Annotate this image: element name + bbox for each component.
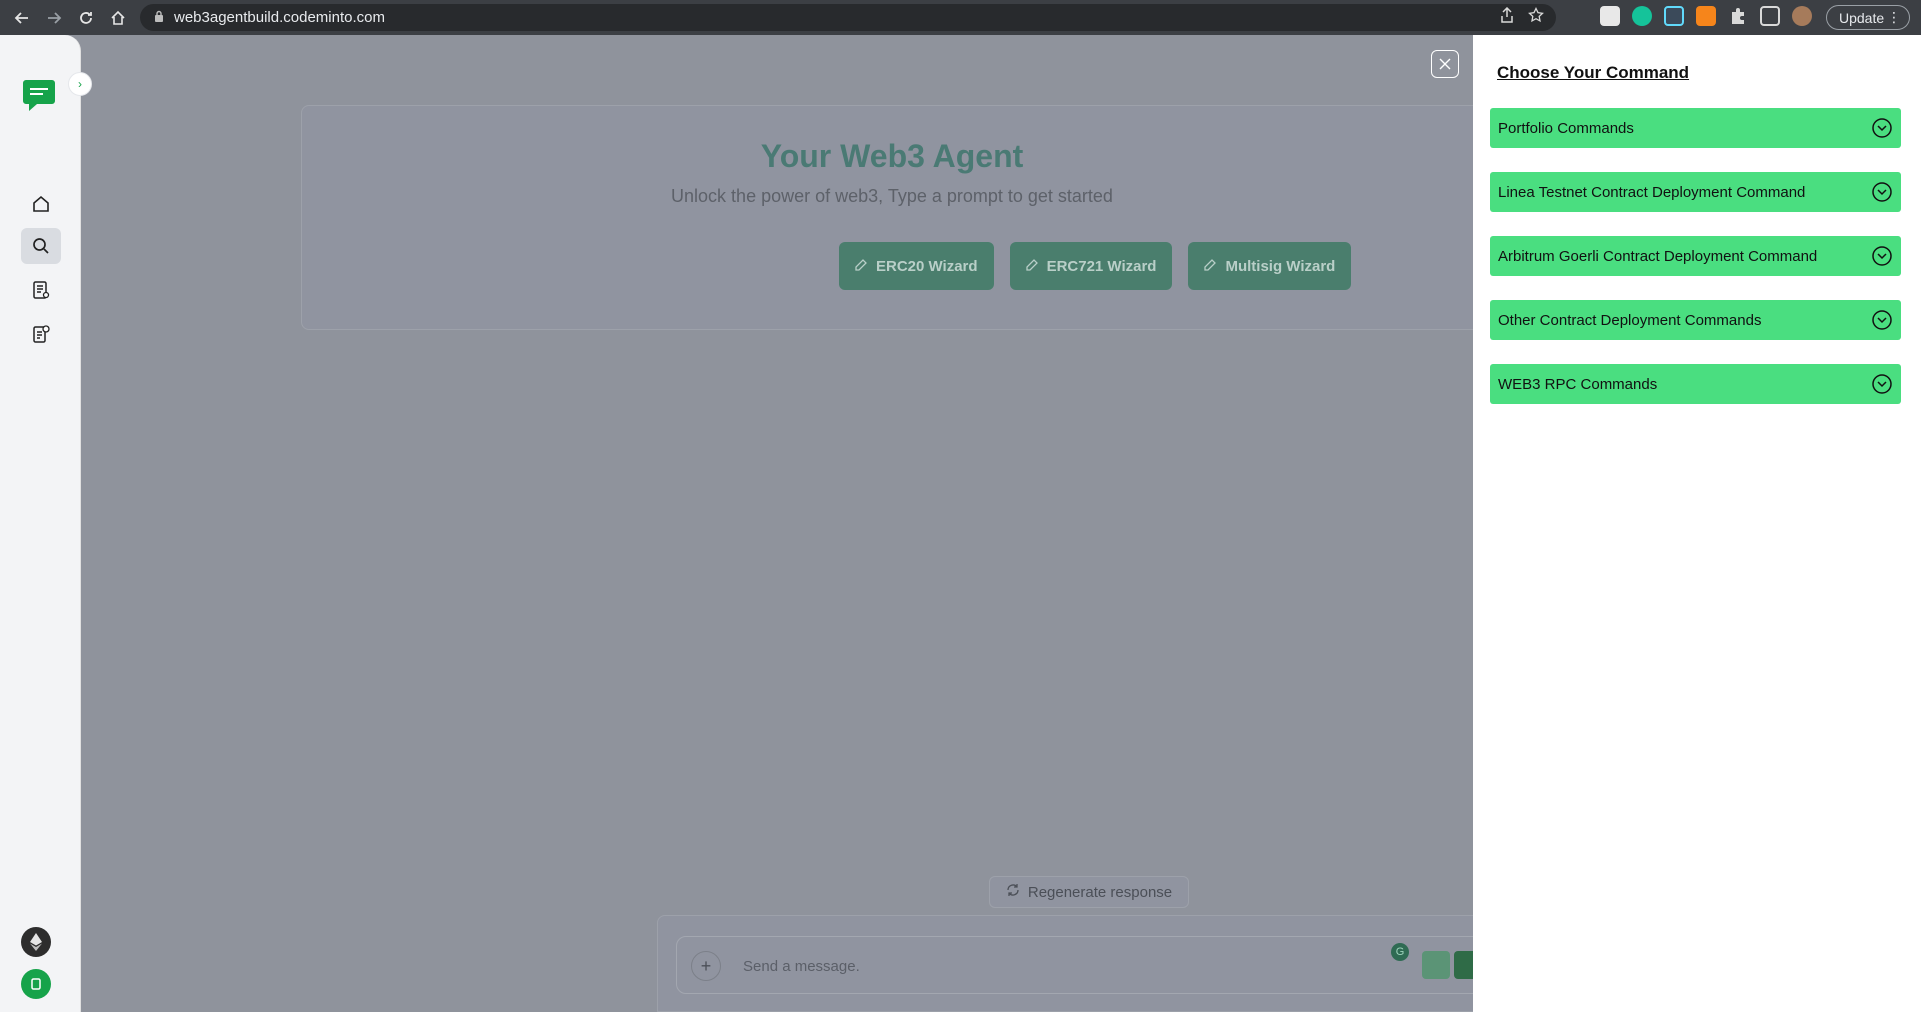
refresh-icon bbox=[1006, 883, 1020, 901]
app-area: › Your Web3 Agent Unlock the power of we… bbox=[0, 35, 1921, 1012]
message-input[interactable] bbox=[743, 955, 1343, 977]
command-label: Arbitrum Goerli Contract Deployment Comm… bbox=[1498, 247, 1818, 265]
command-linea-testnet[interactable]: Linea Testnet Contract Deployment Comman… bbox=[1490, 172, 1901, 212]
bookmark-star-icon[interactable] bbox=[1528, 6, 1544, 28]
address-bar[interactable]: web3agentbuild.codeminto.com bbox=[140, 4, 1556, 31]
close-drawer-button[interactable] bbox=[1431, 50, 1459, 78]
update-label: Update bbox=[1839, 9, 1885, 26]
command-other-contract[interactable]: Other Contract Deployment Commands bbox=[1490, 300, 1901, 340]
side-panel-icon[interactable] bbox=[1760, 6, 1780, 26]
chevron-down-icon bbox=[1872, 310, 1892, 330]
page-subtitle: Unlock the power of web3, Type a prompt … bbox=[671, 186, 1113, 206]
drawer-title: Choose Your Command bbox=[1497, 63, 1690, 82]
extensions-puzzle-icon[interactable] bbox=[1728, 6, 1748, 26]
document-nav-icon[interactable] bbox=[21, 272, 61, 308]
command-list: Portfolio Commands Linea Testnet Contrac… bbox=[1490, 108, 1901, 428]
reload-icon[interactable] bbox=[72, 4, 100, 32]
erc20-wizard-button[interactable]: ERC20 Wizard bbox=[839, 242, 994, 290]
profile-avatar[interactable] bbox=[1792, 6, 1812, 26]
close-icon bbox=[1439, 58, 1451, 70]
hero-card: Your Web3 Agent Unlock the power of web3… bbox=[301, 105, 1481, 330]
multisig-wizard-label: Multisig Wizard bbox=[1225, 257, 1336, 275]
lock-icon bbox=[154, 9, 164, 27]
command-label: WEB3 RPC Commands bbox=[1498, 375, 1658, 393]
erc721-wizard-button[interactable]: ERC721 Wizard bbox=[1009, 242, 1173, 290]
back-icon[interactable] bbox=[8, 4, 36, 32]
add-attachment-button[interactable]: + bbox=[691, 951, 721, 981]
chevron-down-icon bbox=[1872, 118, 1892, 138]
app-logo-icon[interactable] bbox=[21, 79, 57, 113]
edit-icon bbox=[1025, 258, 1039, 275]
react-devtools-icon[interactable] bbox=[1664, 6, 1684, 26]
erc20-wizard-label: ERC20 Wizard bbox=[876, 257, 978, 275]
url-text: web3agentbuild.codeminto.com bbox=[174, 9, 385, 26]
update-button[interactable]: Update ⋮ bbox=[1826, 5, 1910, 30]
erc721-wizard-label: ERC721 Wizard bbox=[1046, 257, 1157, 275]
grammarly-extension-icon[interactable] bbox=[1632, 6, 1652, 26]
edit-icon bbox=[1204, 258, 1217, 275]
forward-icon[interactable] bbox=[40, 4, 68, 32]
contract-nav-icon[interactable] bbox=[21, 316, 61, 352]
command-arbitrum-goerli[interactable]: Arbitrum Goerli Contract Deployment Comm… bbox=[1490, 236, 1901, 276]
command-label: Linea Testnet Contract Deployment Comman… bbox=[1498, 183, 1806, 201]
regenerate-label: Regenerate response bbox=[1027, 883, 1173, 901]
insert-button[interactable] bbox=[1422, 951, 1450, 979]
menu-dots-icon[interactable]: ⋮ bbox=[1887, 9, 1901, 26]
home-nav-icon[interactable] bbox=[21, 186, 61, 222]
composer-box: + G bbox=[676, 936, 1484, 994]
chevron-down-icon bbox=[1872, 182, 1892, 202]
command-label: Portfolio Commands bbox=[1498, 119, 1634, 137]
command-portfolio[interactable]: Portfolio Commands bbox=[1490, 108, 1901, 148]
command-web3-rpc[interactable]: WEB3 RPC Commands bbox=[1490, 364, 1901, 404]
wallet-icon[interactable] bbox=[21, 969, 51, 999]
browser-toolbar: web3agentbuild.codeminto.com Update ⋮ bbox=[0, 0, 1921, 35]
ethereum-network-icon[interactable] bbox=[21, 927, 51, 957]
command-drawer: Choose Your Command Portfolio Commands L… bbox=[1473, 35, 1921, 1012]
edit-icon bbox=[855, 258, 868, 275]
share-icon[interactable] bbox=[1500, 6, 1514, 28]
wizard-buttons: ERC20 Wizard ERC721 Wizard Multisig Wiza… bbox=[839, 242, 1352, 290]
sidebar-rail bbox=[0, 35, 81, 1012]
command-label: Other Contract Deployment Commands bbox=[1498, 311, 1762, 329]
grammarly-icon[interactable]: G bbox=[1391, 943, 1409, 961]
search-nav-icon[interactable] bbox=[21, 228, 61, 264]
chevron-down-icon bbox=[1872, 374, 1892, 394]
page-title: Your Web3 Agent bbox=[760, 138, 1024, 174]
message-composer: + G bbox=[657, 915, 1484, 1012]
chevron-down-icon bbox=[1872, 246, 1892, 266]
regenerate-response-button[interactable]: Regenerate response bbox=[989, 876, 1189, 908]
home-icon[interactable] bbox=[104, 4, 132, 32]
multisig-wizard-button[interactable]: Multisig Wizard bbox=[1188, 242, 1352, 290]
metamask-icon[interactable] bbox=[1696, 6, 1716, 26]
extension-icon-1[interactable] bbox=[1600, 6, 1620, 26]
expand-sidebar-chevron-icon[interactable]: › bbox=[68, 72, 92, 96]
